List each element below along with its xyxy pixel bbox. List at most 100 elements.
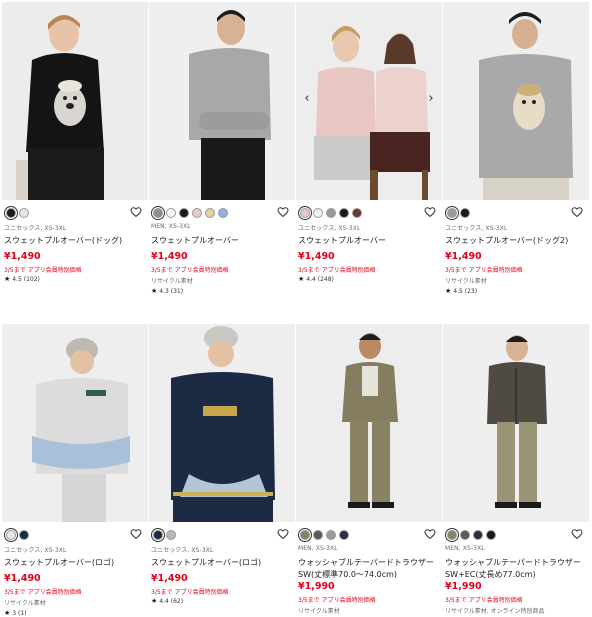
color-swatch[interactable] <box>153 530 163 540</box>
product-price: ¥1,990 <box>445 581 482 592</box>
favorite-heart-icon[interactable] <box>571 206 583 218</box>
color-swatches <box>445 208 585 220</box>
favorite-heart-icon[interactable] <box>424 206 436 218</box>
product-name[interactable]: スウェットプルオーバー(ドッグ2) <box>445 235 585 247</box>
rating-value: 4.4 <box>306 276 316 283</box>
product-image[interactable] <box>443 2 589 200</box>
color-swatch[interactable] <box>460 208 470 218</box>
color-swatch[interactable] <box>218 208 228 218</box>
color-swatches <box>151 208 291 220</box>
product-rating: ★ 4.4 (62) <box>151 597 183 605</box>
heart-outline-icon <box>571 529 583 540</box>
promo-text: 3/5まで アプリ会員特別価格 <box>445 597 523 604</box>
favorite-heart-icon[interactable] <box>571 528 583 540</box>
favorite-heart-icon[interactable] <box>130 528 142 540</box>
color-swatch[interactable] <box>6 530 16 540</box>
rating-value: 4.3 <box>159 288 169 295</box>
material-note: リサイクル素材 <box>4 600 46 607</box>
product-price: ¥1,490 <box>151 251 188 262</box>
heart-outline-icon <box>571 207 583 218</box>
product-rating: ★ 4.5 (23) <box>445 287 477 295</box>
color-swatches <box>445 530 585 542</box>
chevron-left-icon[interactable]: ‹ <box>302 92 312 106</box>
product-rating: ★ 4.3 (31) <box>151 287 183 295</box>
product-gender-size: MEN, XS-3XL <box>445 545 485 552</box>
color-swatch[interactable] <box>486 530 496 540</box>
product-name[interactable]: スウェットプルオーバー(ロゴ) <box>151 557 291 569</box>
heart-outline-icon <box>277 207 289 218</box>
color-swatch[interactable] <box>313 208 323 218</box>
product-image[interactable] <box>443 324 589 522</box>
color-swatches <box>298 208 438 220</box>
material-note: リサイクル素材 <box>445 278 487 285</box>
product-image[interactable] <box>2 324 148 522</box>
review-count: (1) <box>18 610 27 617</box>
promo-text: 3/5まで アプリ会員特別価格 <box>298 597 376 604</box>
promo-text: 3/5まで アプリ会員特別価格 <box>4 589 82 596</box>
favorite-heart-icon[interactable] <box>277 528 289 540</box>
product-card[interactable]: ユニセックス, XS-3XL スウェットプルオーバー(ドッグ2) ¥1,490 … <box>443 2 589 295</box>
color-swatch[interactable] <box>166 530 176 540</box>
color-swatch[interactable] <box>339 208 349 218</box>
color-swatch[interactable] <box>460 530 470 540</box>
color-swatch[interactable] <box>313 530 323 540</box>
color-swatch[interactable] <box>153 208 163 218</box>
product-name[interactable]: ウォッシャブルテーパードトラウザーSW+EC(丈長め77.0cm) <box>445 557 585 581</box>
color-swatch[interactable] <box>19 208 29 218</box>
product-name[interactable]: スウェットプルオーバー <box>151 235 291 247</box>
heart-outline-icon <box>130 207 142 218</box>
color-swatch[interactable] <box>447 530 457 540</box>
color-swatch[interactable] <box>205 208 215 218</box>
star-icon: ★ <box>298 275 305 283</box>
color-swatch[interactable] <box>166 208 176 218</box>
model-photo <box>443 324 589 522</box>
product-card[interactable]: ユニセックス, XS-3XL スウェットプルオーバー(ドッグ) ¥1,490 3… <box>2 2 148 283</box>
product-card[interactable]: MEN, XS-3XL スウェットプルオーバー ¥1,490 3/5まで アプリ… <box>149 2 295 295</box>
product-rating: ★ 4.4 (248) <box>298 275 334 283</box>
heart-outline-icon <box>424 207 436 218</box>
product-image[interactable] <box>149 2 295 200</box>
color-swatch[interactable] <box>300 208 310 218</box>
product-name[interactable]: スウェットプルオーバー(ドッグ) <box>4 235 144 247</box>
product-name[interactable]: ウォッシャブルテーパードトラウザーSW(丈標準70.0〜74.0cm) <box>298 557 438 581</box>
favorite-heart-icon[interactable] <box>424 528 436 540</box>
product-image[interactable] <box>296 324 442 522</box>
material-note: リサイクル素材, オンライン特別商品 <box>445 608 545 615</box>
product-gender-size: ユニセックス, XS-3XL <box>4 225 67 232</box>
product-card[interactable]: ‹ › ユニセックス, XS-3XL スウェットプルオーバー ¥1,490 3/… <box>296 2 442 283</box>
model-photo <box>2 324 148 522</box>
promo-text: 3/5まで アプリ会員特別価格 <box>151 267 229 274</box>
color-swatch[interactable] <box>300 530 310 540</box>
model-photo <box>296 2 442 200</box>
color-swatch[interactable] <box>192 208 202 218</box>
review-count: (102) <box>23 276 40 283</box>
color-swatch[interactable] <box>447 208 457 218</box>
color-swatch[interactable] <box>326 530 336 540</box>
star-icon: ★ <box>151 597 158 605</box>
color-swatch[interactable] <box>326 208 336 218</box>
rating-value: 4.5 <box>12 276 22 283</box>
product-image[interactable] <box>2 2 148 200</box>
color-swatch[interactable] <box>6 208 16 218</box>
color-swatch[interactable] <box>473 530 483 540</box>
product-card[interactable]: MEN, XS-3XL ウォッシャブルテーパードトラウザーSW(丈標準70.0〜… <box>296 324 442 615</box>
product-name[interactable]: スウェットプルオーバー(ロゴ) <box>4 557 144 569</box>
product-card[interactable]: MEN, XS-3XL ウォッシャブルテーパードトラウザーSW+EC(丈長め77… <box>443 324 589 615</box>
product-card[interactable]: ユニセックス, XS-3XL スウェットプルオーバー(ロゴ) ¥1,490 3/… <box>149 324 295 605</box>
color-swatch[interactable] <box>339 530 349 540</box>
review-count: (23) <box>464 288 478 295</box>
chevron-right-icon[interactable]: › <box>426 92 436 106</box>
favorite-heart-icon[interactable] <box>277 206 289 218</box>
product-gender-size: ユニセックス, XS-3XL <box>151 547 214 554</box>
product-gender-size: MEN, XS-3XL <box>298 545 338 552</box>
product-image[interactable] <box>149 324 295 522</box>
product-name[interactable]: スウェットプルオーバー <box>298 235 438 247</box>
product-image[interactable]: ‹ › <box>296 2 442 200</box>
material-note: リサイクル素材 <box>298 608 340 615</box>
favorite-heart-icon[interactable] <box>130 206 142 218</box>
product-card[interactable]: ユニセックス, XS-3XL スウェットプルオーバー(ロゴ) ¥1,490 3/… <box>2 324 148 617</box>
color-swatch[interactable] <box>179 208 189 218</box>
color-swatch[interactable] <box>352 208 362 218</box>
color-swatches <box>151 530 291 542</box>
color-swatch[interactable] <box>19 530 29 540</box>
